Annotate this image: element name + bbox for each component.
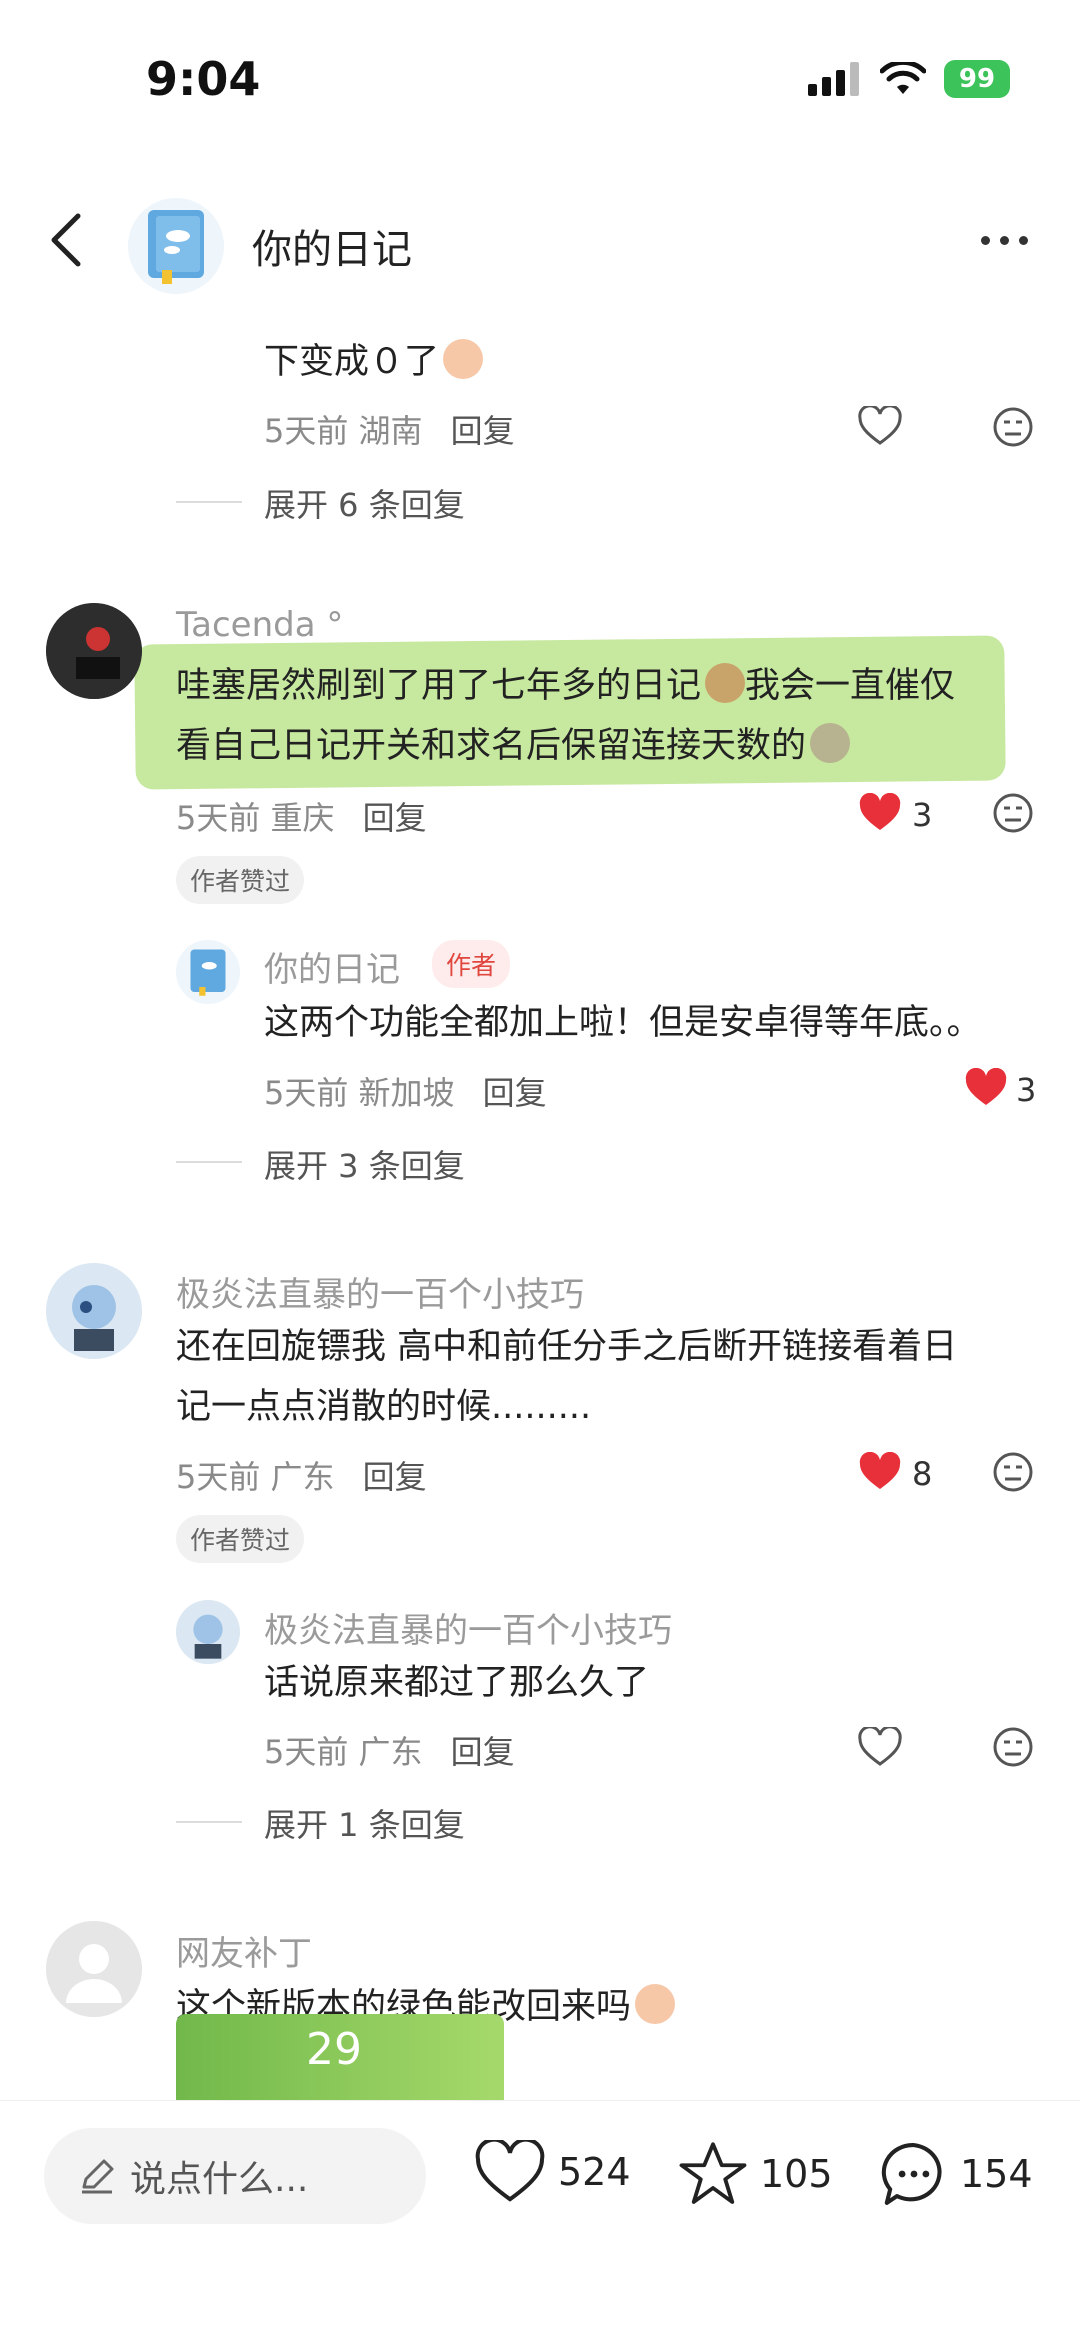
potato-emoji-icon — [705, 663, 746, 703]
dislike-face-icon[interactable] — [992, 406, 1034, 448]
like-count: 8 — [912, 1455, 933, 1493]
comment-placeholder: 说点什么... — [130, 2159, 309, 2200]
avatar[interactable] — [46, 1263, 142, 1359]
expand-replies-button[interactable]: 展开 6 条回复 — [264, 480, 465, 526]
comment-meta: 5天前 湖南 回复 — [264, 412, 515, 450]
expand-replies-button[interactable]: 展开 3 条回复 — [264, 1141, 465, 1187]
more-options-button[interactable] — [981, 236, 1028, 245]
favorite-total: 105 — [760, 2152, 833, 2196]
divider — [176, 501, 242, 503]
heart-outline-icon — [475, 2140, 545, 2202]
back-arrow-icon[interactable] — [46, 210, 86, 270]
avatar[interactable] — [176, 1600, 240, 1664]
heart-filled-icon[interactable] — [858, 793, 902, 833]
crying-emoji-icon — [443, 339, 484, 379]
author-liked-badge: 作者赞过 — [176, 856, 305, 904]
default-user-icon — [46, 1921, 142, 2017]
reply-button[interactable]: 回复 — [451, 1733, 515, 1771]
expand-replies-button[interactable]: 展开 1 条回复 — [264, 1800, 465, 1846]
diary-book-icon — [190, 949, 226, 996]
divider — [176, 1821, 242, 1823]
avatar[interactable] — [46, 603, 142, 699]
comment-text-line2: 记一点点消散的时候......... — [176, 1387, 592, 1427]
comment-input[interactable]: 说点什么... — [44, 2128, 426, 2224]
replier-name[interactable]: 极炎法直暴的一百个小技巧 — [264, 1603, 672, 1652]
pencil-icon — [82, 2159, 114, 2194]
like-count: 3 — [1016, 1071, 1037, 1109]
like-stat[interactable]: 524 — [474, 2140, 631, 2204]
crying-emoji-icon — [635, 1984, 676, 2024]
comment-meta: 5天前 重庆 回复 — [176, 799, 427, 837]
star-outline-icon — [679, 2142, 747, 2204]
reply-text: 这两个功能全都加上啦！但是安卓得等年底。。 — [264, 1003, 982, 1043]
dislike-face-icon[interactable] — [992, 1451, 1034, 1493]
replier-name[interactable]: 你的日记 — [264, 942, 400, 991]
commenter-name[interactable]: 网友补丁 — [176, 1926, 312, 1975]
image-number: 29 — [306, 2024, 362, 2075]
speech-bubble-icon — [881, 2143, 942, 2205]
diary-book-icon — [148, 210, 204, 284]
page-title: 你的日记 — [252, 227, 412, 273]
author-tag: 作者 — [432, 940, 511, 988]
reply-button[interactable]: 回复 — [363, 1458, 427, 1496]
comment-meta: 5天前 广东 回复 — [176, 1458, 427, 1496]
reply-button[interactable]: 回复 — [483, 1074, 547, 1112]
avatar[interactable] — [176, 940, 240, 1004]
user-avatar-icon — [46, 1263, 142, 1359]
commenter-name[interactable]: Tacenda ° — [176, 605, 343, 645]
avatar[interactable] — [46, 1921, 142, 2017]
signal-icon — [808, 62, 859, 96]
divider — [176, 1161, 242, 1163]
user-avatar-icon — [176, 1600, 240, 1664]
wifi-icon — [880, 62, 926, 94]
commenter-name[interactable]: 极炎法直暴的一百个小技巧 — [176, 1267, 584, 1316]
reply-meta: 5天前 广东 回复 — [264, 1733, 515, 1771]
like-count: 3 — [912, 796, 933, 834]
status-time: 9:04 — [146, 52, 261, 106]
dislike-face-icon[interactable] — [992, 1726, 1034, 1768]
heart-outline-icon[interactable] — [858, 1727, 902, 1767]
author-liked-badge: 作者赞过 — [176, 1515, 305, 1563]
comment-text: 还在回旋镖我 高中和前任分手之后断开链接看着日 — [176, 1327, 958, 1367]
battery-indicator: 99 — [944, 60, 1010, 98]
heart-outline-icon[interactable] — [858, 406, 902, 446]
reply-text: 话说原来都过了那么久了 — [264, 1663, 650, 1703]
dislike-face-icon[interactable] — [992, 792, 1034, 834]
user-avatar-icon — [46, 603, 142, 699]
reply-button[interactable]: 回复 — [451, 412, 515, 450]
comment-total: 154 — [960, 2152, 1033, 2196]
status-icons: 99 — [808, 60, 1010, 98]
comment-stat[interactable]: 154 — [880, 2140, 1033, 2208]
heart-filled-icon[interactable] — [858, 1452, 902, 1492]
comment-text: 哇塞居然刷到了用了七年多的日记 我会一直催仅 — [176, 657, 955, 715]
comment-text-line2: 看自己日记开关和求名后保留连接天数的 — [176, 717, 851, 775]
like-total: 524 — [558, 2150, 631, 2194]
diary-book-avatar[interactable] — [128, 198, 224, 294]
reply-meta: 5天前 新加坡 回复 — [264, 1074, 547, 1112]
cat-emoji-icon — [810, 723, 851, 763]
reply-button[interactable]: 回复 — [363, 799, 427, 837]
favorite-stat[interactable]: 105 — [678, 2140, 833, 2208]
comment-text: 下变成０了 — [264, 333, 484, 391]
heart-filled-icon[interactable] — [964, 1068, 1008, 1108]
